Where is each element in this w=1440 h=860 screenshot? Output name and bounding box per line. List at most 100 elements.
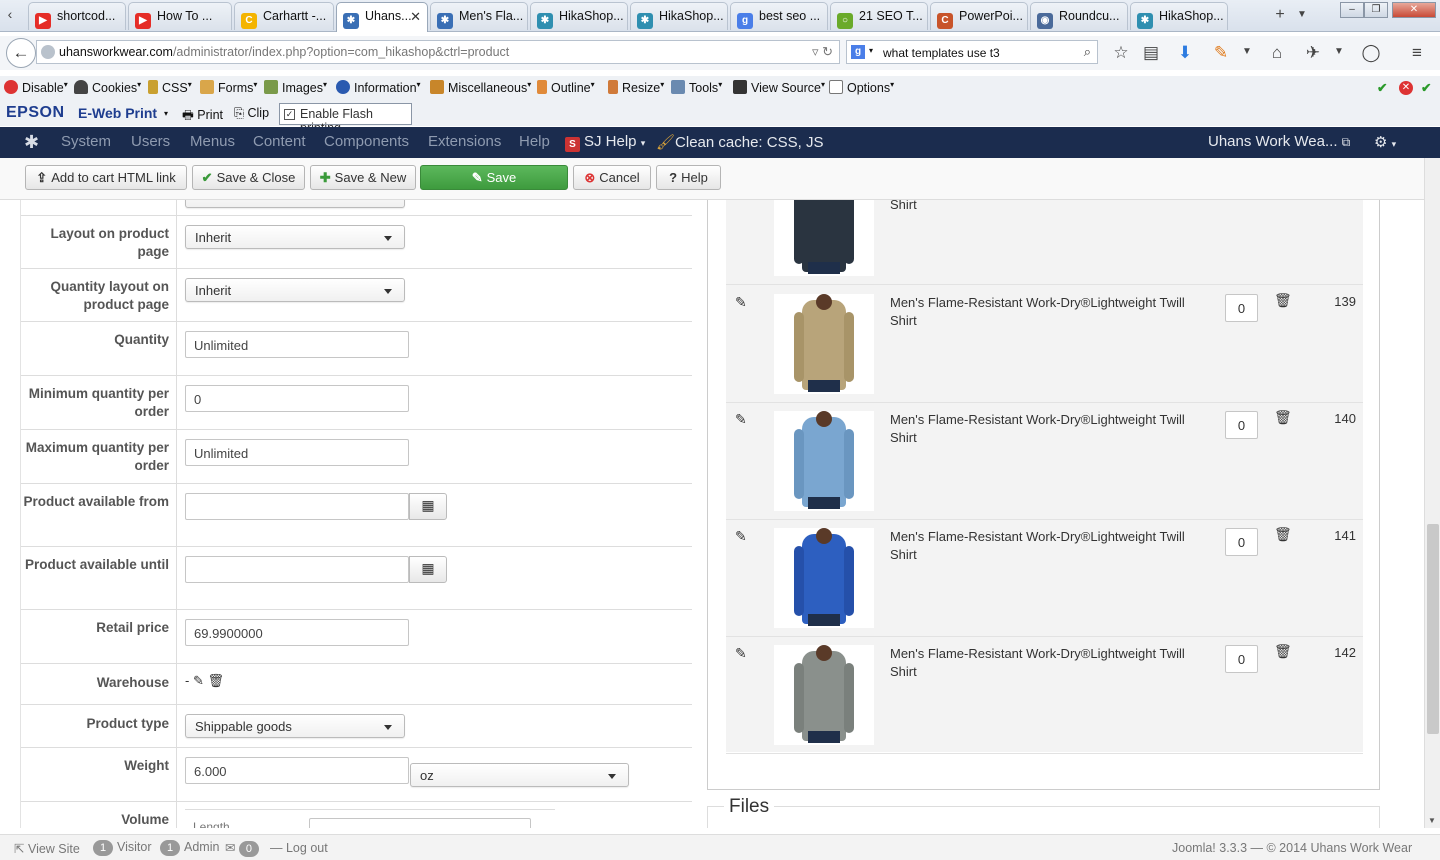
quantity-input[interactable]: Unlimited [185, 331, 409, 358]
browser-tab[interactable]: ✱ Uhans... ✕ [336, 2, 428, 32]
mail-count[interactable]: ✉ 0 [225, 840, 263, 857]
addon-dropdown-icon-2[interactable]: ▼ [1328, 46, 1350, 57]
settings-gear-icon[interactable]: ⚙ ▾ [1374, 133, 1396, 151]
variant-qty-input[interactable]: 0 [1225, 528, 1258, 556]
scrollbar-thumb[interactable] [1427, 524, 1439, 734]
view-site-link[interactable]: ⇱ View Site [14, 841, 80, 856]
menu-system[interactable]: System [61, 133, 111, 150]
search-bar[interactable]: g ▾ what templates use t3 ⌕ [846, 40, 1098, 64]
max-qty-input[interactable]: Unlimited [185, 439, 409, 466]
download-icon[interactable]: ⬇ [1174, 43, 1196, 63]
menu-menus[interactable]: Menus [190, 133, 235, 150]
menu-help[interactable]: Help [519, 133, 550, 150]
qty-layout-select[interactable]: Inherit [185, 278, 405, 302]
search-icon[interactable]: ⌕ [1084, 44, 1091, 60]
url-bar[interactable]: uhansworkwear.com/administrator/index.ph… [36, 40, 840, 64]
epson-clip-button[interactable]: ⎘ Clip [234, 106, 269, 121]
logout-link[interactable]: — Log out [270, 841, 328, 855]
browser-tab[interactable]: ✱ Men's Fla... [430, 2, 528, 30]
menu-extensions[interactable]: Extensions [428, 133, 501, 150]
edit-pencil-icon[interactable]: ✎ [193, 673, 204, 688]
pencil-addon-icon[interactable]: ✎ [1210, 43, 1232, 63]
enable-flash-printing-checkbox[interactable]: ✓Enable Flash printing [279, 103, 412, 135]
home-icon[interactable]: ⌂ [1266, 43, 1288, 63]
weight-unit-select[interactable]: oz [410, 763, 629, 787]
reload-icon[interactable]: ▿ ↻ [812, 44, 833, 60]
tabs-scroll-left-icon[interactable]: ‹ [2, 6, 18, 22]
dev-cookies[interactable]: Cookies▾ [74, 80, 141, 95]
previous-select-partial[interactable] [185, 200, 405, 208]
variant-qty-input[interactable]: 0 [1225, 294, 1258, 322]
menu-sj-help[interactable]: S SJ Help ▾ [565, 133, 645, 152]
edit-pencil-icon[interactable]: ✎ [735, 294, 747, 311]
search-engine-dropdown-icon[interactable]: ▾ [869, 46, 873, 55]
dev-miscellaneous[interactable]: Miscellaneous▾ [430, 80, 531, 95]
dev-view-source[interactable]: View Source▾ [733, 80, 825, 95]
avail-until-input[interactable] [185, 556, 409, 583]
save-button[interactable]: ✎ Save [420, 165, 568, 190]
back-arrow-icon[interactable]: ← [6, 38, 36, 68]
length-input[interactable]: 10.000 [309, 818, 531, 828]
save-new-button[interactable]: ✚ Save & New [310, 165, 416, 190]
dev-tools[interactable]: Tools▾ [671, 80, 722, 95]
addon-dropdown-icon[interactable]: ▼ [1236, 46, 1258, 57]
minimize-icon[interactable]: – [1340, 2, 1364, 18]
reading-list-icon[interactable]: ▤ [1140, 43, 1162, 63]
trash-icon[interactable]: 🗑 [208, 673, 225, 688]
dev-options[interactable]: Options▾ [829, 80, 894, 95]
retail-price-input[interactable]: 69.9900000 [185, 619, 409, 646]
error-icon[interactable]: ✕ [1399, 81, 1413, 95]
avail-from-input[interactable] [185, 493, 409, 520]
min-qty-input[interactable]: 0 [185, 385, 409, 412]
browser-tab[interactable]: g best seo ... [730, 2, 828, 30]
trash-icon[interactable]: 🗑 [1274, 643, 1292, 660]
dev-resize[interactable]: Resize▾ [608, 80, 664, 95]
tab-list-icon[interactable]: ▼ [1294, 9, 1310, 20]
browser-tab[interactable]: C PowerPoi... [930, 2, 1028, 30]
product-type-select[interactable]: Shippable goods [185, 714, 405, 738]
add-to-cart-link-button[interactable]: ⇪ Add to cart HTML link [25, 165, 187, 190]
check-icon[interactable]: ✔ [1377, 80, 1387, 95]
menu-components[interactable]: Components [324, 133, 409, 150]
close-tab-icon[interactable]: ✕ [410, 9, 421, 25]
edit-pencil-icon[interactable]: ✎ [735, 411, 747, 428]
browser-tab[interactable]: ✱ HikaShop... [1130, 2, 1228, 30]
browser-tab[interactable]: ▶ shortcod... [28, 2, 126, 30]
trash-icon[interactable]: 🗑 [1274, 526, 1292, 543]
browser-tab[interactable]: C Carhartt -... [234, 2, 334, 30]
help-button[interactable]: ? Help [656, 165, 721, 190]
dev-information[interactable]: Information▾ [336, 80, 421, 95]
calendar-icon[interactable]: ▦ [409, 556, 447, 583]
dev-disable[interactable]: Disable▾ [4, 80, 68, 95]
browser-tab[interactable]: ▶ How To ... [128, 2, 232, 30]
addon-icon[interactable]: ✈ [1302, 43, 1324, 63]
dev-images[interactable]: Images▾ [264, 80, 327, 95]
scroll-down-arrow-icon[interactable]: ▼ [1428, 816, 1436, 825]
dev-forms[interactable]: Forms▾ [200, 80, 257, 95]
vertical-scrollbar[interactable]: ▼ [1424, 158, 1440, 828]
sync-icon[interactable]: ◯ [1360, 43, 1382, 63]
edit-pencil-icon[interactable]: ✎ [735, 528, 747, 545]
check-icon-2[interactable]: ✔ [1421, 80, 1431, 95]
browser-tab[interactable]: ◉ Roundcu... [1030, 2, 1128, 30]
variant-qty-input[interactable]: 0 [1225, 411, 1258, 439]
dev-outline[interactable]: Outline▾ [537, 80, 595, 95]
dev-css[interactable]: CSS▾ [148, 80, 192, 95]
bookmark-star-icon[interactable]: ☆ [1110, 43, 1132, 63]
close-window-icon[interactable]: ✕ [1392, 2, 1436, 18]
maximize-icon[interactable]: ❐ [1364, 2, 1388, 18]
epson-print-button[interactable]: 🖶 Print [182, 106, 223, 127]
trash-icon[interactable]: 🗑 [1274, 292, 1292, 309]
new-tab-icon[interactable]: + [1272, 6, 1288, 24]
menu-users[interactable]: Users [131, 133, 170, 150]
joomla-logo-icon[interactable]: ✱ [24, 132, 39, 153]
variant-qty-input[interactable]: 0 [1225, 645, 1258, 673]
calendar-icon[interactable]: ▦ [409, 493, 447, 520]
save-close-button[interactable]: ✔ Save & Close [192, 165, 305, 190]
site-name-link[interactable]: Uhans Work Wea... ⧉ [1208, 133, 1350, 150]
menu-icon[interactable]: ≡ [1406, 43, 1428, 63]
menu-content[interactable]: Content [253, 133, 306, 150]
browser-tab[interactable]: ✱ HikaShop... [530, 2, 628, 30]
browser-tab[interactable]: ✱ HikaShop... [630, 2, 728, 30]
epson-dropdown-icon[interactable]: ▾ [164, 109, 168, 118]
